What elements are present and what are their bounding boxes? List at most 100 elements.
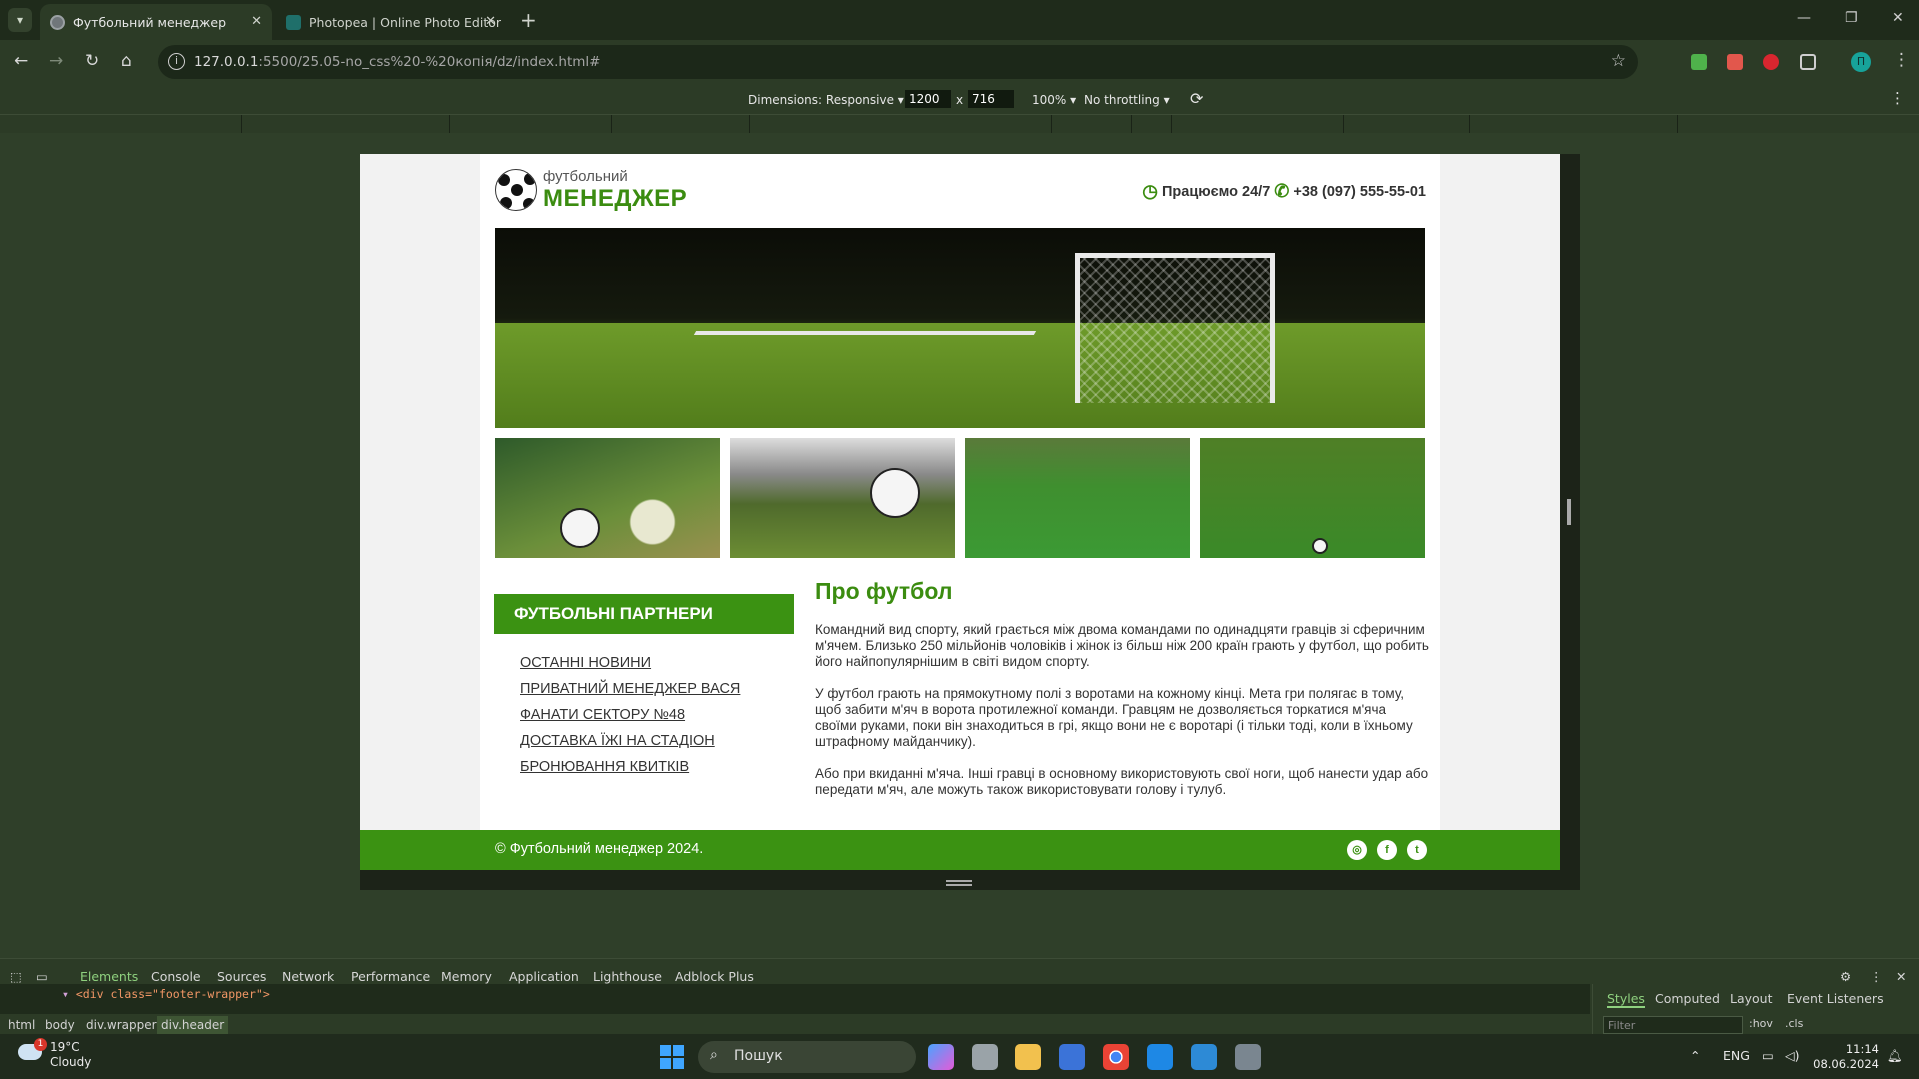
reload-icon[interactable]: ↻ [85,51,99,71]
browser-menu-icon[interactable]: ⋮ [1893,50,1910,70]
twitter-icon[interactable]: t [1407,840,1427,860]
sidebar-link-food-delivery[interactable]: ДОСТАВКА ЇЖІ НА СТАДІОН [520,733,715,749]
breadcrumb-html[interactable]: html [8,1018,35,1032]
close-tab-icon[interactable]: ✕ [251,14,262,29]
page-wrapper: футбольний МЕНЕДЖЕР ◷ Працюємо 24/7 ✆ +3… [480,154,1440,830]
new-tab-button[interactable]: + [520,8,537,32]
copilot-icon[interactable] [928,1044,954,1070]
devtools-tab-lighthouse[interactable]: Lighthouse [593,969,662,984]
header-contacts: ◷ Працюємо 24/7 ✆ +38 (097) 555-55-01 [1142,181,1426,202]
paragraph: У футбол грають на прямокутному полі з в… [815,686,1413,749]
task-view-icon[interactable] [972,1044,998,1070]
styles-pane: Styles Computed Layout Event Listeners F… [1592,984,1919,1035]
browser-tab-strip: ▾ Футбольний менеджер ✕ Photopea | Onlin… [0,0,1919,40]
tab-photopea[interactable]: Photopea | Online Photo Editor ✕ [276,4,506,40]
tab-football-manager[interactable]: Футбольний менеджер ✕ [40,4,272,40]
chrome-icon[interactable] [1103,1044,1129,1070]
facebook-icon[interactable]: f [1377,840,1397,860]
cls-toggle[interactable]: .cls [1785,1017,1803,1030]
hov-toggle[interactable]: :hov [1749,1017,1773,1030]
adblock-icon[interactable] [1763,54,1779,70]
close-tab-icon[interactable]: ✕ [485,14,496,29]
dom-tree-line[interactable]: ▾ <div class="footer-wrapper"> [0,984,1590,1014]
address-bar[interactable]: i 127.0.0.1:5500/25.05-no_css%20-%20копі… [158,45,1638,79]
taskbar-search[interactable]: ⌕ Пошук [698,1041,916,1073]
sidebar-link-news[interactable]: ОСТАННІ НОВИНИ [520,655,651,671]
tab-search-button[interactable]: ▾ [8,8,32,32]
list-item: ФАНАТИ СЕКТОРУ №48 [520,706,740,724]
sidebar-link-manager[interactable]: ПРИВАТНИЙ МЕНЕДЖЕР ВАСЯ [520,681,740,697]
app-icon[interactable] [1191,1044,1217,1070]
devtools-tab-network[interactable]: Network [282,969,334,984]
list-item: ПРИВАТНИЙ МЕНЕДЖЕР ВАСЯ [520,680,740,698]
minimize-icon[interactable]: — [1797,10,1811,26]
bookmark-star-icon[interactable]: ☆ [1611,51,1626,71]
network-icon[interactable]: ▭ [1762,1048,1774,1063]
phone-icon: ✆ [1274,181,1290,201]
dimensions-select[interactable]: Dimensions: Responsive ▾ [748,93,904,107]
throttling-select[interactable]: No throttling ▾ [1084,93,1170,107]
width-input[interactable]: 1200 [905,90,951,108]
home-icon[interactable]: ⌂ [121,51,132,71]
extension-icon[interactable] [1727,54,1743,70]
extension-icon[interactable] [1691,54,1707,70]
globe-icon [50,14,65,30]
devtools-tab-sources[interactable]: Sources [217,969,266,984]
file-explorer-icon[interactable] [1015,1044,1041,1070]
footer-copyright: © Футбольний менеджер 2024. [495,841,704,857]
resize-grip-icon[interactable] [946,880,972,886]
breadcrumb: html body div.wrapper div.header [0,1014,1590,1035]
height-input[interactable]: 716 [968,90,1014,108]
restore-icon[interactable]: ❐ [1845,10,1858,26]
devtools-close-icon[interactable]: ✕ [1896,969,1906,984]
devtools-tab-console[interactable]: Console [151,969,201,984]
list-item: БРОНЮВАННЯ КВИТКІВ [520,758,740,776]
windows-start-icon[interactable] [660,1045,684,1069]
calculator-icon[interactable] [1235,1044,1261,1070]
instagram-icon[interactable]: ◎ [1347,840,1367,860]
store-icon[interactable] [1059,1044,1085,1070]
profile-avatar[interactable]: П [1851,52,1871,72]
breadcrumb-header[interactable]: div.header [157,1016,229,1034]
devtools-tab-memory[interactable]: Memory [441,969,492,984]
devtools-settings-icon[interactable]: ⚙ [1840,969,1851,984]
volume-icon[interactable]: ◁) [1785,1048,1800,1063]
styles-tab-event-listeners[interactable]: Event Listeners [1787,991,1884,1006]
clock[interactable]: 11:14 08.06.2024 [1813,1042,1879,1072]
site-info-icon[interactable]: i [168,53,185,70]
search-placeholder: Пошук [734,1048,783,1064]
extensions-puzzle-icon[interactable] [1800,54,1816,70]
close-window-icon[interactable]: ✕ [1892,10,1904,26]
gallery-image-players [495,438,720,558]
rotate-icon[interactable]: ⟳ [1190,89,1203,108]
vscode-icon[interactable] [1147,1044,1173,1070]
breadcrumb-body[interactable]: body [45,1018,75,1032]
sidebar-link-tickets[interactable]: БРОНЮВАННЯ КВИТКІВ [520,759,689,775]
search-icon: ⌕ [710,1047,718,1063]
notifications-bell-icon[interactable]: 🔔︎ [1887,1048,1903,1064]
devtools-tab-application[interactable]: Application [509,969,579,984]
devtools-tab-performance[interactable]: Performance [351,969,430,984]
zoom-select[interactable]: 100% ▾ [1032,93,1076,107]
clock-time: 11:14 [1845,1042,1879,1056]
devtools-menu-icon[interactable]: ⋮ [1870,969,1883,984]
inspect-icon[interactable]: ⬚ [10,969,22,984]
styles-filter-input[interactable]: Filter [1603,1016,1743,1034]
forward-icon[interactable]: → [49,51,63,71]
devtools-tab-elements[interactable]: Elements [80,969,138,984]
breadcrumb-wrapper[interactable]: div.wrapper [86,1018,157,1032]
goal-image [1075,253,1275,403]
back-icon[interactable]: ← [14,51,28,71]
sidebar-link-fans[interactable]: ФАНАТИ СЕКТОРУ №48 [520,707,685,723]
styles-tab-layout[interactable]: Layout [1730,991,1773,1006]
viewport-resize-handle-right[interactable] [1560,154,1580,890]
styles-tab-styles[interactable]: Styles [1607,991,1645,1008]
list-item: ДОСТАВКА ЇЖІ НА СТАДІОН [520,732,740,750]
device-menu-icon[interactable]: ⋮ [1890,89,1905,107]
devtools-tab-adblock[interactable]: Adblock Plus [675,969,754,984]
language-indicator[interactable]: ENG [1723,1048,1750,1063]
device-mode-icon[interactable]: ▭ [36,969,48,984]
taskbar: 1 19°C Cloudy ⌕ Пошук ⌃ ENG ▭ ◁) 11:14 08… [0,1034,1919,1079]
tray-chevron-icon[interactable]: ⌃ [1690,1048,1700,1063]
styles-tab-computed[interactable]: Computed [1655,991,1720,1006]
